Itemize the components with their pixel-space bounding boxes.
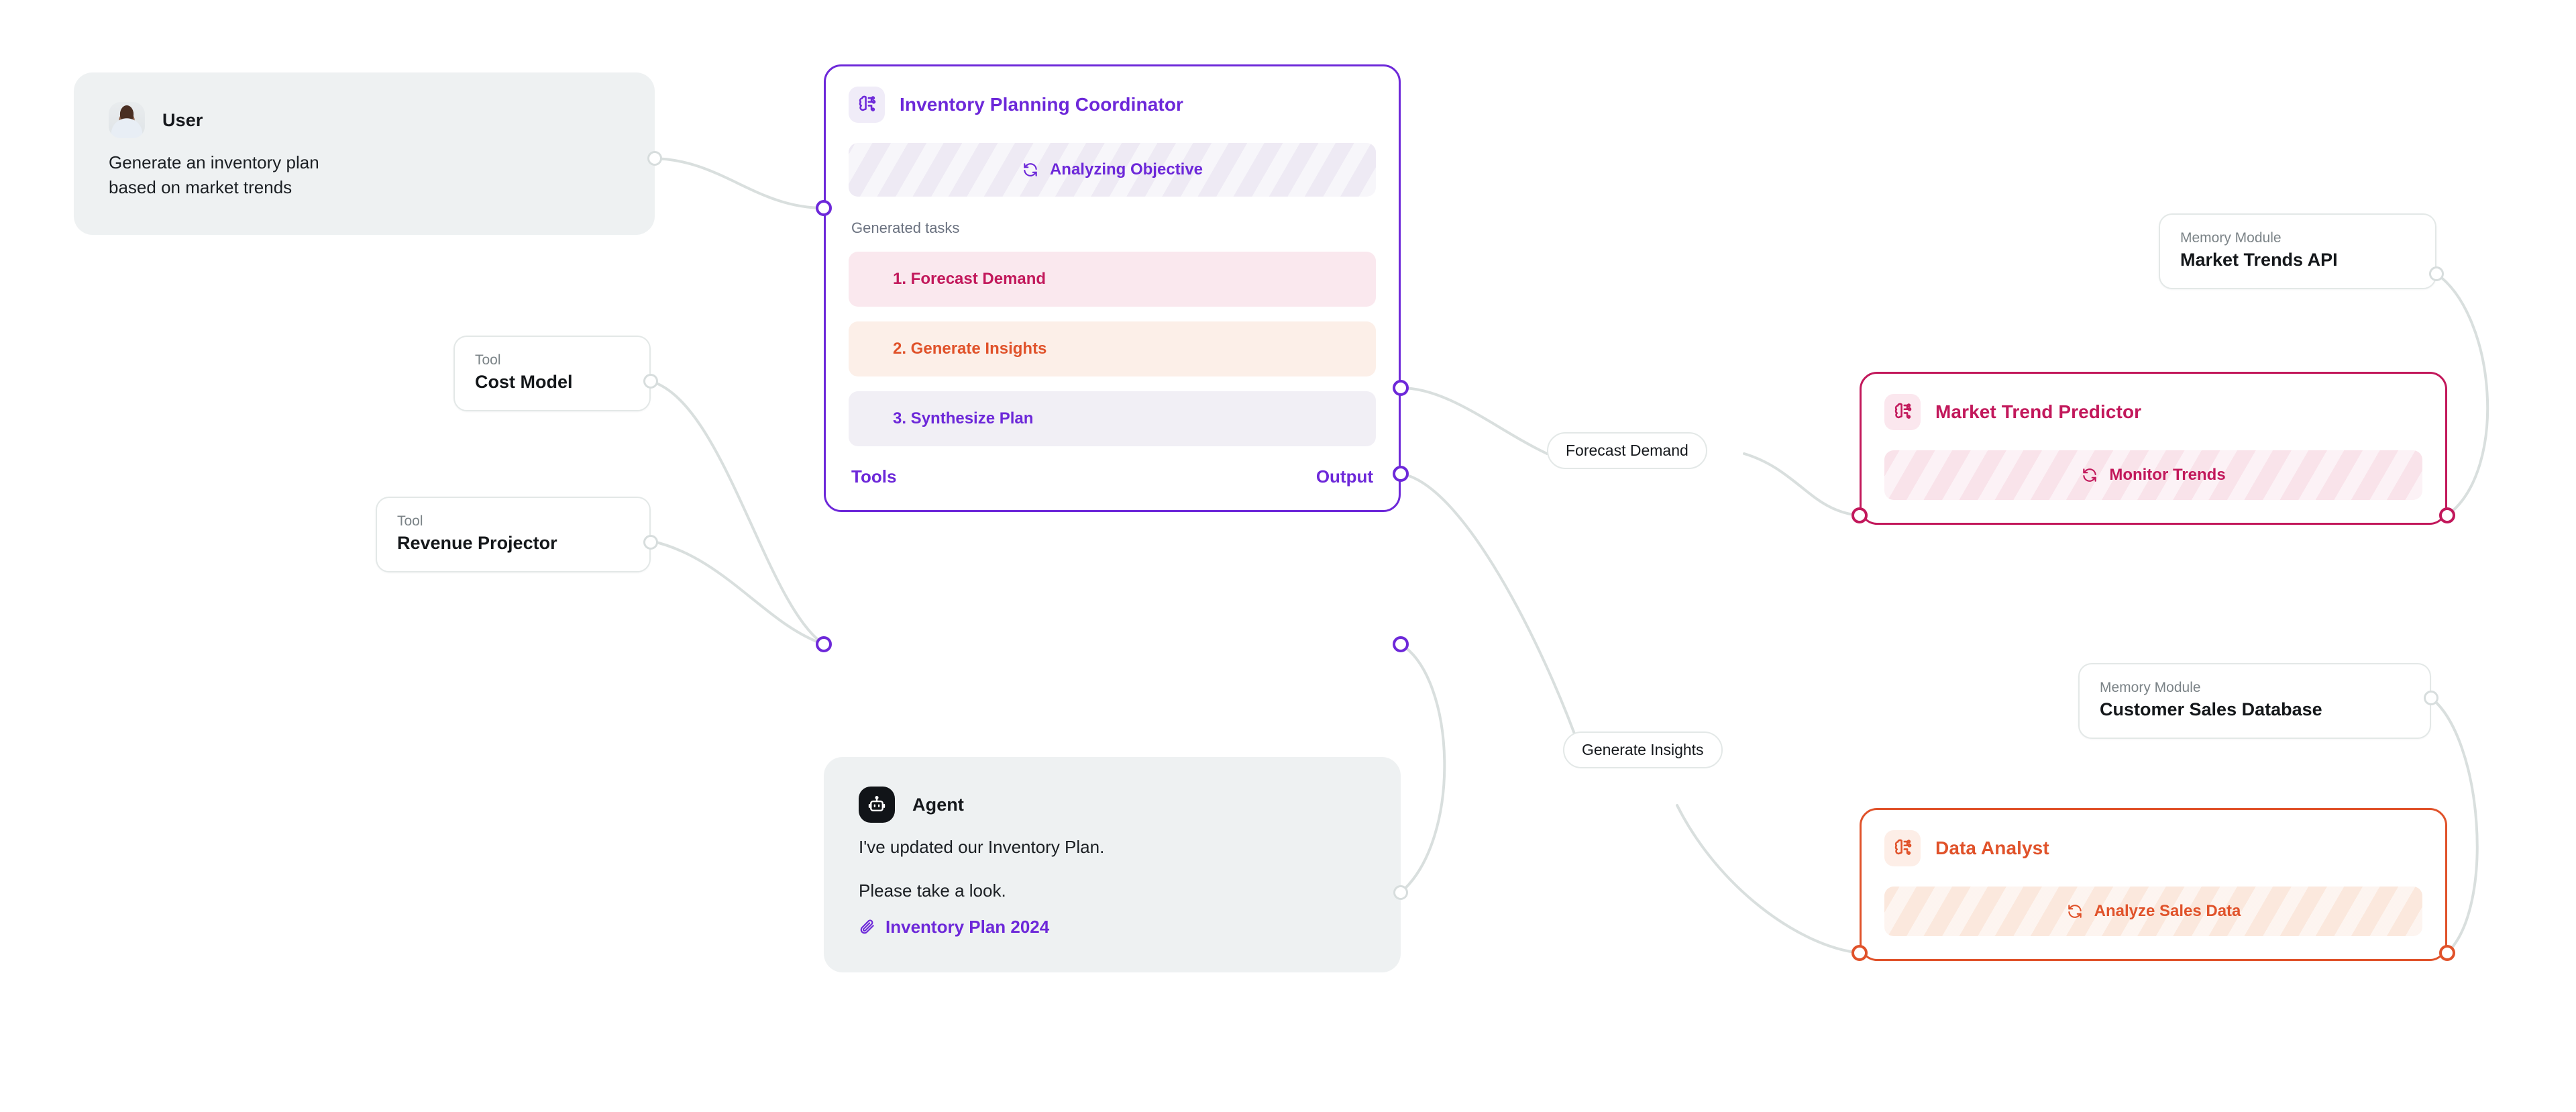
user-message-line-1: Generate an inventory plan — [109, 152, 319, 172]
edge-chip-to-data-analyst — [1676, 804, 1861, 954]
agent-message-line-2: Please take a look. — [859, 880, 1006, 901]
tool-card-revenue-projector[interactable]: Tool Revenue Projector — [376, 497, 658, 573]
market-trend-predictor-input-port[interactable] — [1851, 507, 1868, 523]
user-header: User — [109, 102, 620, 138]
agent-message-left-port[interactable] — [1393, 885, 1408, 900]
edge-task2-to-chip — [1399, 472, 1582, 752]
refresh-icon — [1024, 163, 1037, 176]
edge-costmodel-to-tools — [649, 380, 825, 646]
agent-bubble: Agent I've updated our Inventory Plan. P… — [824, 757, 1401, 972]
memory-customer-sales-body: Memory Module Customer Sales Database — [2078, 663, 2431, 740]
user-message-text: Generate an inventory plan based on mark… — [109, 150, 620, 200]
brain-circuit-icon — [1884, 830, 1921, 866]
agent-header: Agent — [859, 787, 1366, 823]
edge-label-text: Generate Insights — [1582, 741, 1704, 758]
coordinator-output-port[interactable] — [1393, 636, 1409, 652]
brain-circuit-icon — [849, 87, 885, 123]
coordinator-task1-output-port[interactable] — [1393, 380, 1409, 396]
agent-message-line-1: I've updated our Inventory Plan. — [859, 837, 1105, 857]
coordinator-tools-port[interactable] — [816, 636, 832, 652]
task-row[interactable]: 3. Synthesize Plan — [849, 391, 1376, 446]
task-label: 3. Synthesize Plan — [893, 409, 1034, 427]
coordinator-card[interactable]: Inventory Planning Coordinator Analyzing… — [816, 64, 1409, 652]
brain-circuit-icon — [1884, 394, 1921, 430]
user-bubble: User Generate an inventory plan based on… — [74, 72, 655, 235]
tools-port-label: Tools — [851, 466, 897, 487]
data-analyst-status-label: Analyze Sales Data — [2094, 902, 2241, 920]
market-trend-predictor-title: Market Trend Predictor — [1935, 401, 2142, 422]
edge-revenue-to-tools — [649, 540, 825, 646]
edge-output-to-agent — [1399, 643, 1446, 894]
market-trend-predictor-status-pill: Monitor Trends — [1884, 450, 2422, 500]
coordinator-footer: Tools Output — [849, 466, 1376, 487]
agent-message-card[interactable]: Agent I've updated our Inventory Plan. P… — [824, 757, 1408, 972]
edge-user-to-coordinator — [649, 157, 825, 209]
coordinator-body: Inventory Planning Coordinator Analyzing… — [824, 64, 1401, 512]
user-name: User — [162, 109, 203, 130]
memory-title: Customer Sales Database — [2100, 699, 2322, 720]
paperclip-icon — [860, 919, 874, 934]
agent-name: Agent — [912, 794, 964, 815]
task-label: 1. Forecast Demand — [893, 270, 1046, 288]
agent-card-data-analyst[interactable]: Data Analyst Analyze Sales Data — [1851, 808, 2455, 961]
data-analyst-title: Data Analyst — [1935, 838, 2049, 858]
tool-kind-label: Tool — [475, 352, 501, 368]
edge-task1-to-chip — [1399, 387, 1548, 455]
data-analyst-body: Data Analyst Analyze Sales Data — [1860, 808, 2447, 961]
refresh-icon — [2068, 905, 2082, 918]
attachment-label: Inventory Plan 2024 — [885, 916, 1050, 937]
customer-sales-db-output-port[interactable] — [2424, 691, 2438, 705]
data-analyst-memory-port[interactable] — [2439, 945, 2455, 961]
memory-module-card-customer-sales-database[interactable]: Memory Module Customer Sales Database — [2078, 663, 2438, 740]
tool-kind-label: Tool — [397, 513, 423, 529]
user-message-card[interactable]: User Generate an inventory plan based on… — [74, 72, 662, 235]
task-row[interactable]: 1. Forecast Demand — [849, 252, 1376, 307]
edge-label-generate-insights: Generate Insights — [1563, 731, 1723, 768]
edge-chip-to-market-predictor — [1743, 452, 1861, 517]
agent-card-market-trend-predictor[interactable]: Market Trend Predictor Monitor Trends — [1851, 372, 2455, 525]
task-label: 2. Generate Insights — [893, 340, 1047, 358]
robot-icon — [859, 787, 895, 823]
attachment-link[interactable]: Inventory Plan 2024 — [859, 917, 1366, 938]
tool-revenue-projector-body: Tool Revenue Projector — [376, 497, 651, 573]
memory-kind-label: Memory Module — [2100, 680, 2201, 695]
generated-tasks-label: Generated tasks — [851, 219, 960, 236]
task-row[interactable]: 2. Generate Insights — [849, 321, 1376, 376]
tool-title: Cost Model — [475, 372, 573, 393]
tool-card-cost-model[interactable]: Tool Cost Model — [453, 336, 658, 412]
data-analyst-header: Data Analyst — [1884, 830, 2422, 866]
market-trend-predictor-body: Market Trend Predictor Monitor Trends — [1860, 372, 2447, 525]
memory-module-card-market-trends-api[interactable]: Memory Module Market Trends API — [2159, 213, 2444, 290]
coordinator-title: Inventory Planning Coordinator — [900, 94, 1184, 115]
workflow-canvas[interactable]: User Generate an inventory plan based on… — [0, 0, 2576, 1112]
refresh-icon — [2083, 468, 2097, 482]
market-trend-predictor-header: Market Trend Predictor — [1884, 394, 2422, 430]
coordinator-status-pill: Analyzing Objective — [849, 143, 1376, 197]
cost-model-output-port[interactable] — [643, 374, 658, 389]
agent-message-text: I've updated our Inventory Plan. Please … — [859, 835, 1366, 903]
data-analyst-status-pill: Analyze Sales Data — [1884, 887, 2422, 936]
edge-label-forecast-demand: Forecast Demand — [1547, 432, 1707, 469]
market-trend-predictor-status-label: Monitor Trends — [2109, 466, 2226, 484]
tool-cost-model-body: Tool Cost Model — [453, 336, 651, 412]
user-photo-avatar — [109, 102, 145, 138]
edge-label-text: Forecast Demand — [1566, 442, 1688, 459]
memory-kind-label: Memory Module — [2180, 230, 2282, 246]
market-trend-predictor-memory-port[interactable] — [2439, 507, 2455, 523]
output-port-label: Output — [1316, 466, 1373, 487]
memory-title: Market Trends API — [2180, 250, 2338, 270]
agent-message-spacer — [859, 860, 1366, 878]
tool-title: Revenue Projector — [397, 533, 557, 554]
user-message-line-2: based on market trends — [109, 176, 292, 197]
data-analyst-input-port[interactable] — [1851, 945, 1868, 961]
coordinator-task2-output-port[interactable] — [1393, 466, 1409, 482]
user-output-port[interactable] — [647, 151, 662, 166]
coordinator-input-port[interactable] — [816, 200, 832, 216]
market-trends-api-output-port[interactable] — [2429, 266, 2444, 281]
coordinator-status-label: Analyzing Objective — [1049, 160, 1203, 179]
revenue-projector-output-port[interactable] — [643, 535, 658, 550]
coordinator-header: Inventory Planning Coordinator — [849, 87, 1376, 123]
memory-market-trends-body: Memory Module Market Trends API — [2159, 213, 2436, 290]
